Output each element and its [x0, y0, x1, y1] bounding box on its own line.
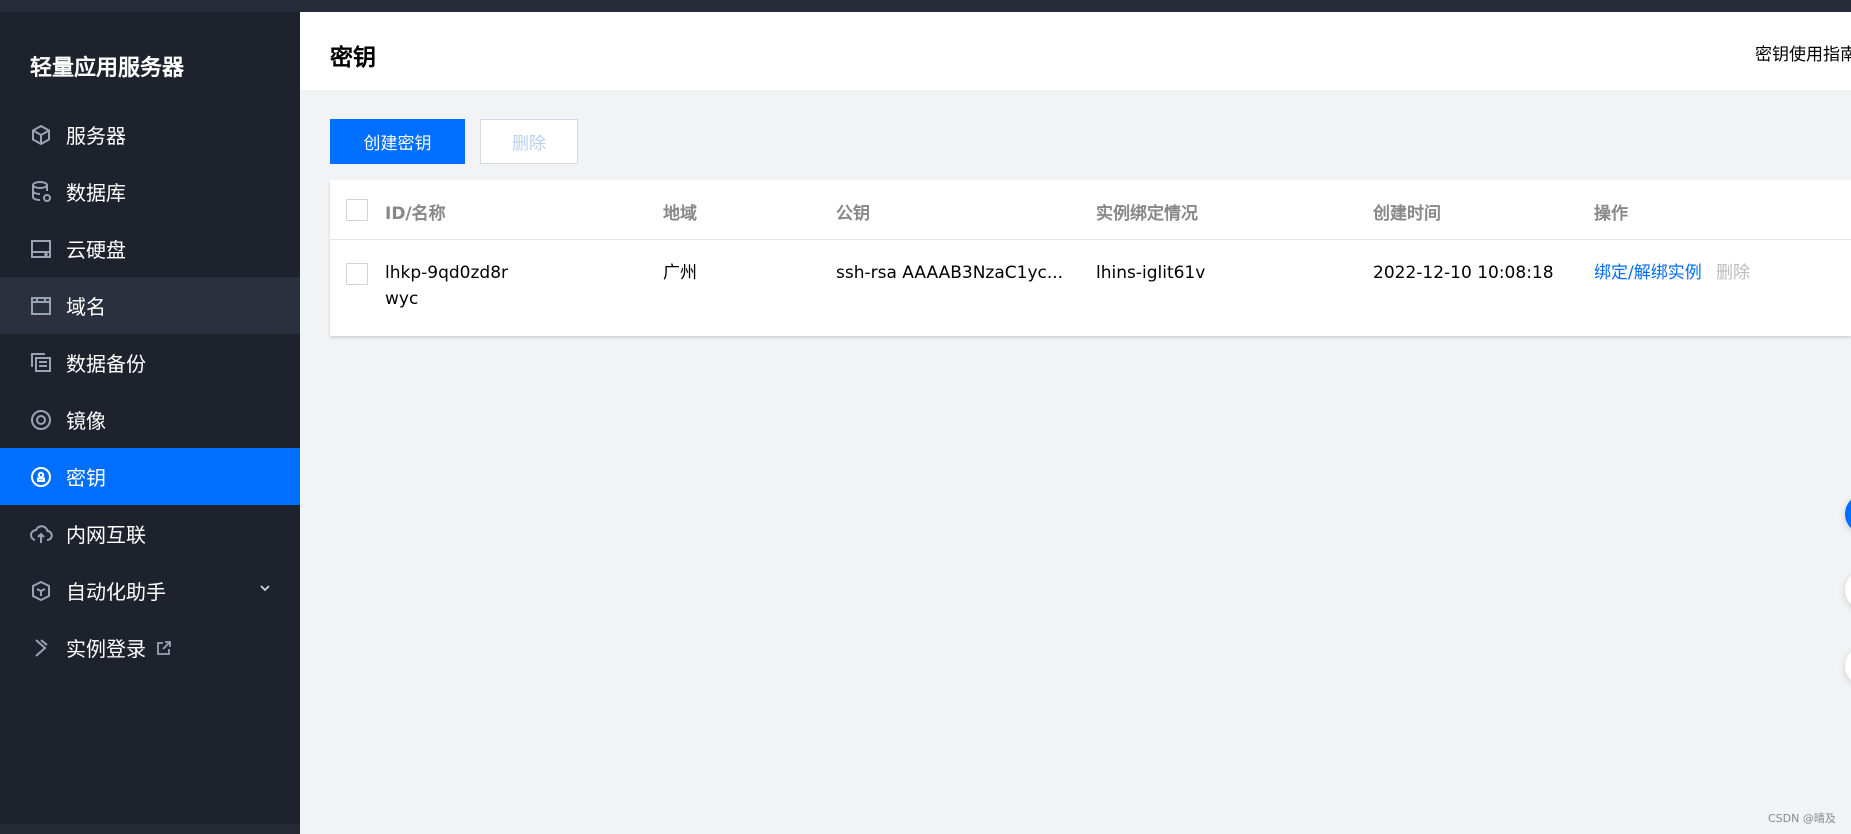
- page-header: 密钥 密钥使用指南: [300, 12, 1851, 90]
- sidebar-item-domain[interactable]: 域名: [0, 277, 300, 334]
- sidebar-item-network[interactable]: 内网互联: [0, 505, 300, 562]
- key-name: wyc: [385, 289, 419, 309]
- automation-icon: [29, 579, 53, 603]
- sidebar-item-label: 自动化助手: [66, 580, 166, 604]
- sidebar-nav: 服务器 数据库 云硬盘 域名 数据备份 镜像 密钥 内网互联 自动化助手 实例登…: [0, 106, 300, 676]
- sidebar-item-label: 实例登录: [66, 637, 146, 661]
- domain-icon: [29, 294, 53, 318]
- disk-icon: [29, 237, 53, 261]
- page-title: 密钥: [330, 45, 376, 71]
- sidebar-item-label: 镜像: [66, 409, 106, 433]
- sidebar-item-backup[interactable]: 数据备份: [0, 334, 300, 391]
- sidebar-item-label: 云硬盘: [66, 238, 126, 262]
- bind-unbind-instance-link[interactable]: 绑定/解绑实例: [1594, 260, 1702, 287]
- table-header: ID/名称 地域 公钥 实例绑定情况 创建时间 操作: [330, 180, 1851, 240]
- sidebar-item-label: 数据库: [66, 181, 126, 205]
- column-header-created: 创建时间: [1373, 204, 1441, 224]
- sidebar-item-label: 服务器: [66, 124, 126, 148]
- delete-button[interactable]: 删除: [480, 119, 578, 164]
- sidebar-item-label: 数据备份: [66, 352, 146, 376]
- image-icon: [29, 408, 53, 432]
- main-content: 密钥 密钥使用指南 创建密钥 删除 ID/名称 地域 公钥 实例绑定情况 创建时…: [300, 12, 1851, 834]
- watermark: CSDN @晴及: [1768, 812, 1836, 825]
- key-id[interactable]: lhkp-9qd0zd8r: [385, 260, 508, 287]
- key-icon: [29, 465, 53, 489]
- key-public-key: ssh-rsa AAAAB3NzaC1yc...: [836, 263, 1064, 283]
- top-bar: [0, 0, 1851, 12]
- cube-icon: [29, 123, 53, 147]
- sidebar-item-label: 密钥: [66, 466, 106, 490]
- login-icon: [29, 636, 53, 660]
- select-all-checkbox[interactable]: [346, 199, 368, 221]
- app-title: 轻量应用服务器: [30, 56, 185, 81]
- column-header-binding: 实例绑定情况: [1096, 204, 1198, 224]
- sidebar-item-database[interactable]: 数据库: [0, 163, 300, 220]
- column-header-actions: 操作: [1594, 204, 1628, 224]
- row-delete-link[interactable]: 删除: [1716, 260, 1750, 287]
- key-created-time: 2022-12-10 10:08:18: [1373, 263, 1554, 283]
- column-header-public-key: 公钥: [836, 204, 870, 224]
- chevron-down-icon[interactable]: [258, 581, 272, 595]
- sidebar: 轻量应用服务器 服务器 数据库 云硬盘 域名 数据备份 镜像 密钥 内网互联 自…: [0, 12, 300, 834]
- create-key-button[interactable]: 创建密钥: [330, 119, 465, 164]
- sidebar-item-disk[interactable]: 云硬盘: [0, 220, 300, 277]
- network-icon: [29, 522, 53, 546]
- sidebar-item-label: 内网互联: [66, 523, 146, 547]
- key-guide-link[interactable]: 密钥使用指南: [1755, 40, 1851, 65]
- table-row: lhkp-9qd0zd8r wyc 广州 ssh-rsa AAAAB3NzaC1…: [330, 240, 1851, 336]
- sidebar-item-key[interactable]: 密钥: [0, 448, 300, 505]
- keys-table: ID/名称 地域 公钥 实例绑定情况 创建时间 操作 lhkp-9qd0zd8r…: [330, 180, 1851, 336]
- key-region: 广州: [663, 263, 697, 283]
- column-header-id-name: ID/名称: [385, 204, 446, 224]
- column-header-region: 地域: [663, 204, 697, 224]
- key-binding[interactable]: lhins-iglit61v: [1096, 260, 1205, 287]
- sidebar-item-server[interactable]: 服务器: [0, 106, 300, 163]
- sidebar-item-image[interactable]: 镜像: [0, 391, 300, 448]
- sidebar-footer: [0, 824, 300, 834]
- sidebar-item-login[interactable]: 实例登录: [0, 619, 300, 676]
- sidebar-item-label: 域名: [66, 295, 106, 319]
- sidebar-item-automation[interactable]: 自动化助手: [0, 562, 300, 619]
- external-link-icon: [156, 640, 172, 656]
- backup-icon: [29, 351, 53, 375]
- database-icon: [29, 180, 53, 204]
- row-checkbox[interactable]: [346, 263, 368, 285]
